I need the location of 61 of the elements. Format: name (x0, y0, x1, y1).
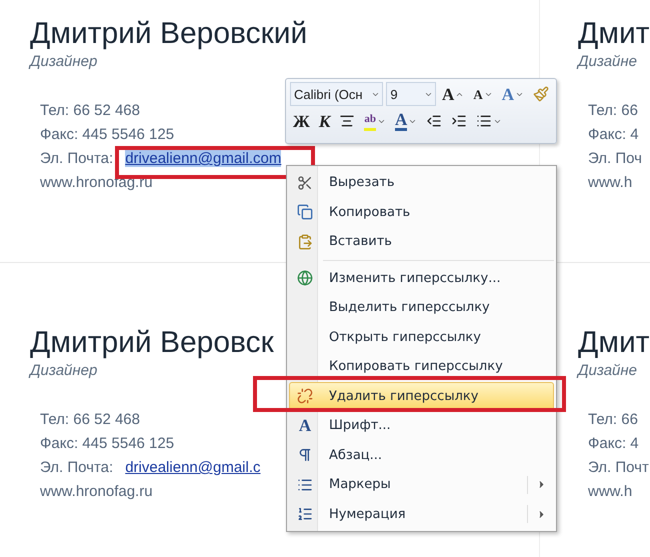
menu-item[interactable]: A Шрифт... (289, 411, 554, 440)
fax-text: Факс: 4 (588, 435, 640, 452)
font-letter-icon: A (298, 416, 312, 436)
highlight-button[interactable]: ab (361, 109, 389, 133)
italic-button[interactable]: К (316, 109, 334, 133)
person-name: Дмитрий Веровский (30, 16, 308, 52)
fax-text: Факс: 445 5546 125 (40, 126, 176, 143)
paragraph-icon (297, 447, 313, 464)
paintbrush-icon (533, 86, 549, 102)
unlink-icon (297, 388, 313, 404)
phone-text: Тел: 66 52 468 (40, 102, 141, 119)
bullet-list-icon (476, 113, 492, 129)
menu-item[interactable]: Вставить (289, 227, 554, 256)
menu-item[interactable]: Нумерация (289, 500, 554, 529)
job-title: Дизайнер (30, 53, 98, 70)
website-text: www.hronofag.ru (40, 483, 154, 500)
styles-button[interactable]: A (498, 82, 527, 106)
email-link[interactable]: drivealienn@gmail.com (125, 150, 282, 167)
font-size-field[interactable]: 9 (386, 82, 436, 106)
website-text: www.h (588, 174, 634, 191)
job-title: Дизайне (578, 53, 637, 70)
menu-item[interactable]: Изменить гиперссылку... (289, 264, 554, 293)
fax-text: Факс: 4 (588, 126, 640, 143)
job-title: Дизайнер (30, 362, 98, 379)
menu-item[interactable]: Удалить гиперссылку (289, 382, 554, 411)
menu-item[interactable]: Открыть гиперссылку (289, 322, 554, 352)
person-name: Дмитрий Веровск (30, 325, 274, 361)
phone-text: Тел: 66 52 468 (40, 411, 141, 428)
paste-icon (297, 234, 313, 250)
email-label: Эл. Почт (588, 459, 649, 476)
font-color-button[interactable]: A (392, 109, 420, 133)
scissors-icon (297, 174, 313, 191)
menu-item[interactable]: Абзац... (289, 440, 554, 470)
numbered-list-icon (297, 506, 313, 522)
menu-item[interactable]: Копировать (289, 198, 554, 227)
grow-font-button[interactable]: A (439, 82, 468, 106)
font-name-field[interactable]: Calibri (Осн (290, 82, 384, 106)
phone-text: Тел: 66 (588, 102, 639, 119)
email-label: Эл. Почта: (40, 459, 114, 476)
job-title: Дизайне (578, 362, 637, 379)
decrease-indent-icon (426, 113, 442, 129)
website-text: www.h (588, 483, 634, 500)
website-text: www.hronofag.ru (40, 174, 154, 191)
phone-text: Тел: 66 (588, 411, 639, 428)
menu-item[interactable]: Маркеры (289, 470, 554, 500)
bullet-list-icon (297, 476, 313, 493)
increase-indent-icon (451, 113, 468, 129)
copy-icon (297, 204, 313, 220)
menu-item[interactable]: Копировать гиперссылку (289, 352, 554, 382)
menu-item[interactable]: Выделить гиперссылку (289, 293, 554, 322)
email-link[interactable]: drivealienn@gmail.c (125, 459, 260, 476)
shrink-font-button[interactable]: A (470, 82, 496, 106)
person-name: Дмит (578, 16, 650, 52)
fax-text: Факс: 445 5546 125 (40, 435, 176, 452)
bold-button[interactable]: Ж (290, 109, 313, 133)
menu-item[interactable]: Вырезать (289, 168, 554, 198)
person-name: Дмит (578, 325, 650, 361)
email-label: Эл. Поч (588, 150, 642, 167)
align-center-icon (339, 113, 356, 129)
email-label: Эл. Почта: (40, 150, 114, 167)
globe-icon (297, 270, 313, 286)
